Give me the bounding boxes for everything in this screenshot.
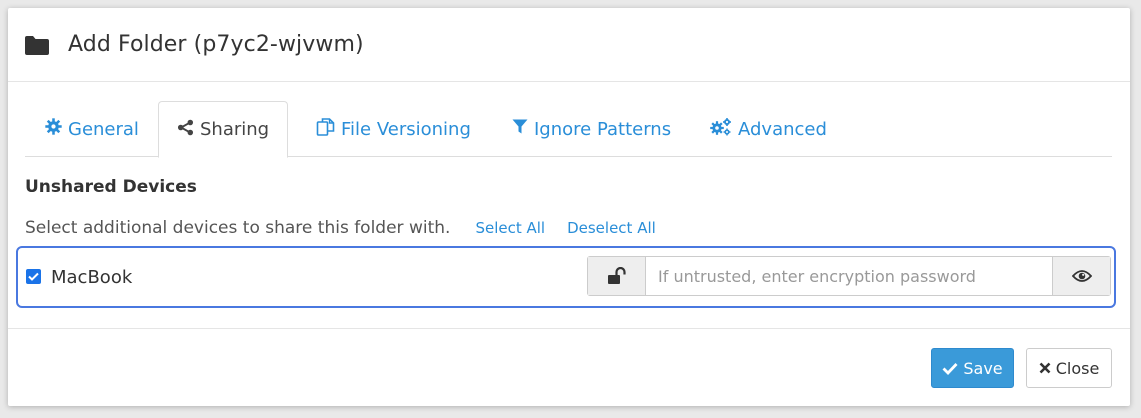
close-button[interactable]: Close	[1026, 348, 1112, 388]
tab-ignore-patterns-label: Ignore Patterns	[534, 118, 672, 140]
tab-advanced-label: Advanced	[738, 118, 827, 140]
helper-text: Select additional devices to share this …	[25, 218, 451, 238]
folder-icon	[25, 35, 49, 55]
footer-divider	[8, 328, 1130, 329]
files-icon	[316, 117, 341, 141]
device-name: MacBook	[51, 267, 133, 288]
tab-file-versioning-label: File Versioning	[341, 118, 471, 140]
dialog-header: Add Folder (p7yc2-wjvwm)	[8, 8, 1130, 82]
tab-bar: General Sharing File Versioning Ignore P…	[25, 101, 1112, 158]
tab-general[interactable]: General	[45, 101, 139, 157]
encryption-password-input[interactable]	[646, 257, 1052, 295]
select-all-link[interactable]: Select All	[475, 219, 545, 237]
dialog-title: Add Folder (p7yc2-wjvwm)	[68, 32, 364, 57]
device-row-macbook: MacBook	[16, 246, 1116, 308]
save-button-label: Save	[963, 358, 1003, 378]
check-icon	[942, 362, 958, 375]
gears-icon	[710, 117, 738, 141]
encryption-password-group	[587, 256, 1111, 296]
filter-icon	[512, 118, 534, 140]
tab-advanced[interactable]: Advanced	[710, 101, 827, 157]
deselect-all-link[interactable]: Deselect All	[567, 219, 656, 237]
device-checkbox[interactable]	[26, 269, 41, 284]
tab-file-versioning[interactable]: File Versioning	[316, 101, 471, 157]
helper-row: Select additional devices to share this …	[25, 218, 656, 238]
tab-sharing[interactable]: Sharing	[158, 101, 289, 158]
add-folder-dialog: Add Folder (p7yc2-wjvwm) General Sharing…	[8, 8, 1130, 406]
tab-sharing-label: Sharing	[200, 119, 270, 140]
share-icon	[177, 119, 200, 141]
eye-icon[interactable]	[1052, 257, 1110, 295]
checkmark-icon	[28, 272, 39, 281]
tab-general-label: General	[68, 118, 139, 140]
close-button-label: Close	[1055, 358, 1100, 378]
save-button[interactable]: Save	[931, 348, 1014, 388]
unlock-icon	[588, 257, 646, 295]
unshared-devices-heading: Unshared Devices	[25, 177, 197, 197]
tab-ignore-patterns[interactable]: Ignore Patterns	[512, 101, 671, 157]
gear-icon	[45, 118, 68, 140]
close-icon	[1039, 362, 1051, 374]
